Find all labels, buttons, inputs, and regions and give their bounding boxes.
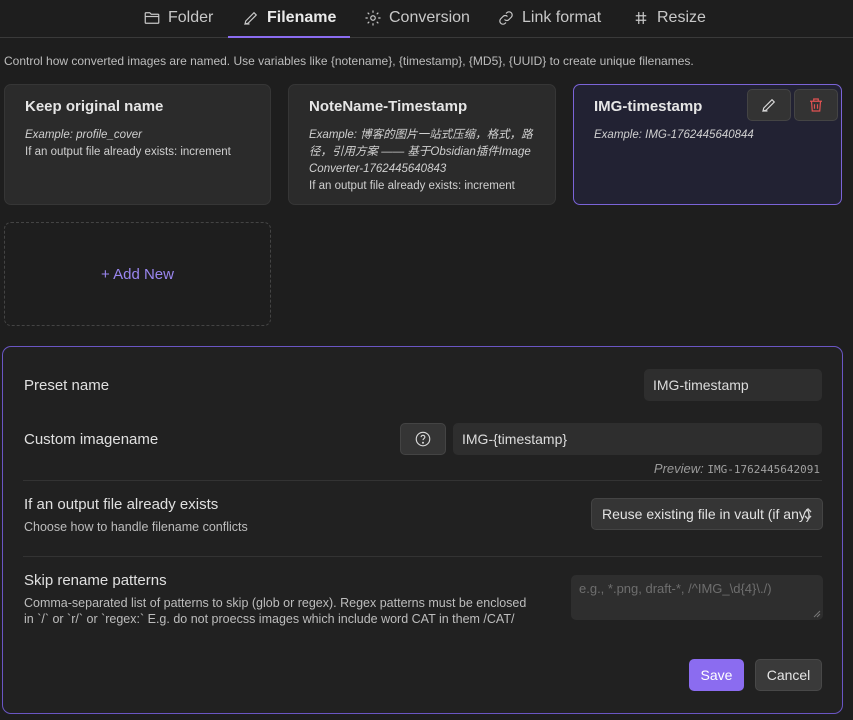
chevron-up-down-icon: [804, 508, 812, 520]
tab-label: Filename: [267, 9, 337, 26]
preset-conflict: If an output file already exists: increm…: [309, 180, 515, 192]
custom-imagename-input[interactable]: IMG-{timestamp}: [453, 423, 822, 455]
folder-icon: [144, 12, 160, 24]
preset-editor: Preset name IMG-timestamp Custom imagena…: [2, 346, 843, 714]
pencil-icon: [244, 11, 258, 25]
preset-card-img-timestamp[interactable]: IMG-timestamp Example: IMG-1762445640844: [573, 84, 842, 205]
conflict-label: If an output file already exists: [24, 496, 219, 513]
preset-title: Keep original name: [25, 98, 164, 115]
custom-imagename-label: Custom imagename: [24, 431, 159, 448]
add-new-preset-button[interactable]: + Add New: [4, 222, 271, 326]
preset-name-label: Preset name: [24, 377, 110, 394]
tab-conversion[interactable]: Conversion: [364, 0, 470, 36]
tab-filename[interactable]: Filename: [227, 0, 351, 38]
preset-example: Example: profile_cover: [25, 129, 142, 141]
preview-value: IMG-1762445642091: [707, 463, 820, 476]
save-button[interactable]: Save: [689, 659, 744, 691]
preset-title: NoteName-Timestamp: [309, 98, 468, 115]
tab-link-format[interactable]: Link format: [497, 0, 601, 36]
conflict-select[interactable]: Reuse existing file in vault (if any): [591, 498, 823, 530]
conflict-description: Choose how to handle filename conflicts: [24, 520, 248, 534]
skip-patterns-placeholder: e.g., *.png, draft-*, /^IMG_\d{4}\./): [579, 581, 772, 596]
tab-label: Folder: [168, 9, 214, 26]
preset-name-input[interactable]: IMG-timestamp: [644, 369, 822, 401]
preset-conflict: If an output file already exists: increm…: [25, 146, 231, 158]
edit-preset-button[interactable]: [747, 89, 791, 121]
filename-description: Control how converted images are named. …: [4, 54, 694, 68]
divider: [23, 480, 822, 481]
filename-preview: Preview: IMG-1762445642091: [654, 461, 820, 476]
delete-preset-button[interactable]: [794, 89, 838, 121]
preset-card-notename-timestamp[interactable]: NoteName-Timestamp Example: 博客的图片一站式压缩，格…: [288, 84, 556, 205]
preset-example: Example: 博客的图片一站式压缩，格式，路径，引用方案 —— 基于Obsi…: [309, 129, 533, 175]
trash-icon: [810, 98, 822, 112]
preset-example: Example: IMG-1762445640844: [594, 129, 754, 141]
tab-bar: Folder Filename Conversion Link format R…: [0, 0, 853, 38]
preview-label: Preview:: [653, 461, 704, 476]
tab-resize[interactable]: Resize: [632, 0, 706, 36]
variables-help-button[interactable]: [400, 423, 446, 455]
tab-label: Link format: [522, 9, 602, 26]
tab-label: Conversion: [389, 9, 470, 26]
skip-patterns-description: Comma-separated list of patterns to skip…: [24, 596, 527, 626]
help-icon: [415, 431, 431, 447]
skip-patterns-label: Skip rename patterns: [24, 572, 167, 589]
add-new-label: + Add New: [101, 265, 174, 283]
tab-folder[interactable]: Folder: [143, 0, 213, 36]
conflict-select-value: Reuse existing file in vault (if any): [602, 506, 811, 522]
gear-icon: [365, 10, 381, 26]
tab-label: Resize: [657, 9, 706, 26]
divider: [23, 556, 822, 557]
pencil-icon: [762, 98, 776, 112]
resize-grip-icon[interactable]: [813, 610, 821, 618]
hash-icon: [635, 12, 647, 24]
skip-patterns-input[interactable]: e.g., *.png, draft-*, /^IMG_\d{4}\./): [571, 575, 823, 620]
preset-card-keep-original[interactable]: Keep original name Example: profile_cove…: [4, 84, 271, 205]
link-icon: [499, 11, 513, 25]
cancel-button[interactable]: Cancel: [755, 659, 822, 691]
